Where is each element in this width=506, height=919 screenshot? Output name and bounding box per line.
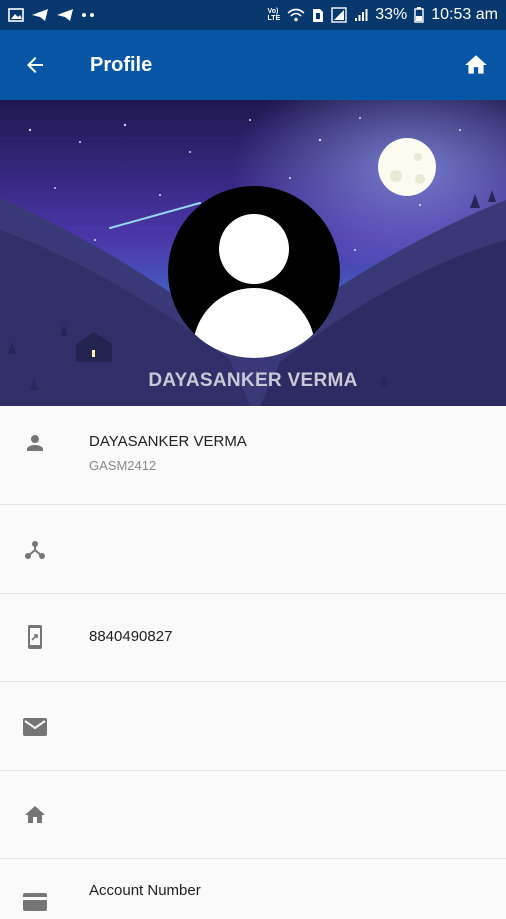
- app-bar: Profile: [0, 30, 506, 100]
- battery-icon: [414, 7, 424, 23]
- clock: 10:53 am: [431, 6, 498, 23]
- wifi-icon: [287, 8, 305, 22]
- card-icon: [22, 889, 48, 915]
- status-left-icons: [8, 8, 95, 22]
- home-icon: [465, 55, 487, 74]
- list-item-user[interactable]: DAYASANKER VERMA GASM2412: [0, 406, 506, 505]
- status-right-icons: Vo) LTE 33% 10:53 am: [268, 6, 498, 24]
- hero-user-name: DAYASANKER VERMA: [148, 370, 358, 391]
- list-item-address[interactable]: [0, 771, 506, 859]
- phone-icon: [22, 624, 48, 650]
- phone-number: 8840490827: [89, 628, 173, 645]
- signal-bars-icon: [355, 9, 368, 21]
- back-button[interactable]: [0, 30, 70, 100]
- list-item-network[interactable]: [0, 505, 506, 594]
- signal-box-icon: [331, 7, 347, 23]
- list-item-account[interactable]: Account Number: [0, 859, 506, 919]
- page-title: Profile: [90, 53, 153, 76]
- share-nodes-icon: [22, 537, 48, 563]
- arrow-left-icon: [27, 57, 43, 73]
- avatar-body-shape: [193, 288, 315, 358]
- person-icon: [22, 430, 48, 456]
- avatar-head-shape: [219, 214, 289, 284]
- sim-icon: [313, 8, 324, 22]
- list-item-phone[interactable]: 8840490827: [0, 594, 506, 682]
- profile-details-list: DAYASANKER VERMA GASM2412 8840490827 Acc…: [0, 406, 506, 919]
- list-item-email[interactable]: [0, 682, 506, 771]
- profile-header-banner: DAYASANKER VERMA: [0, 100, 506, 406]
- mail-icon: [22, 714, 48, 740]
- gallery-icon: [8, 8, 24, 22]
- telegram-icon-2: [57, 9, 73, 21]
- user-full-name: DAYASANKER VERMA: [89, 433, 247, 450]
- home-button[interactable]: [446, 30, 506, 100]
- status-bar: Vo) LTE 33% 10:53 am: [0, 0, 506, 30]
- volte-label: Vo) LTE: [267, 8, 281, 22]
- telegram-icon: [32, 9, 48, 21]
- home-icon: [22, 802, 48, 828]
- user-id: GASM2412: [89, 458, 157, 473]
- account-number-label: Account Number: [89, 882, 201, 899]
- more-notifications-icon: [82, 13, 94, 17]
- avatar[interactable]: [168, 186, 340, 358]
- battery-percent: 33%: [375, 6, 408, 23]
